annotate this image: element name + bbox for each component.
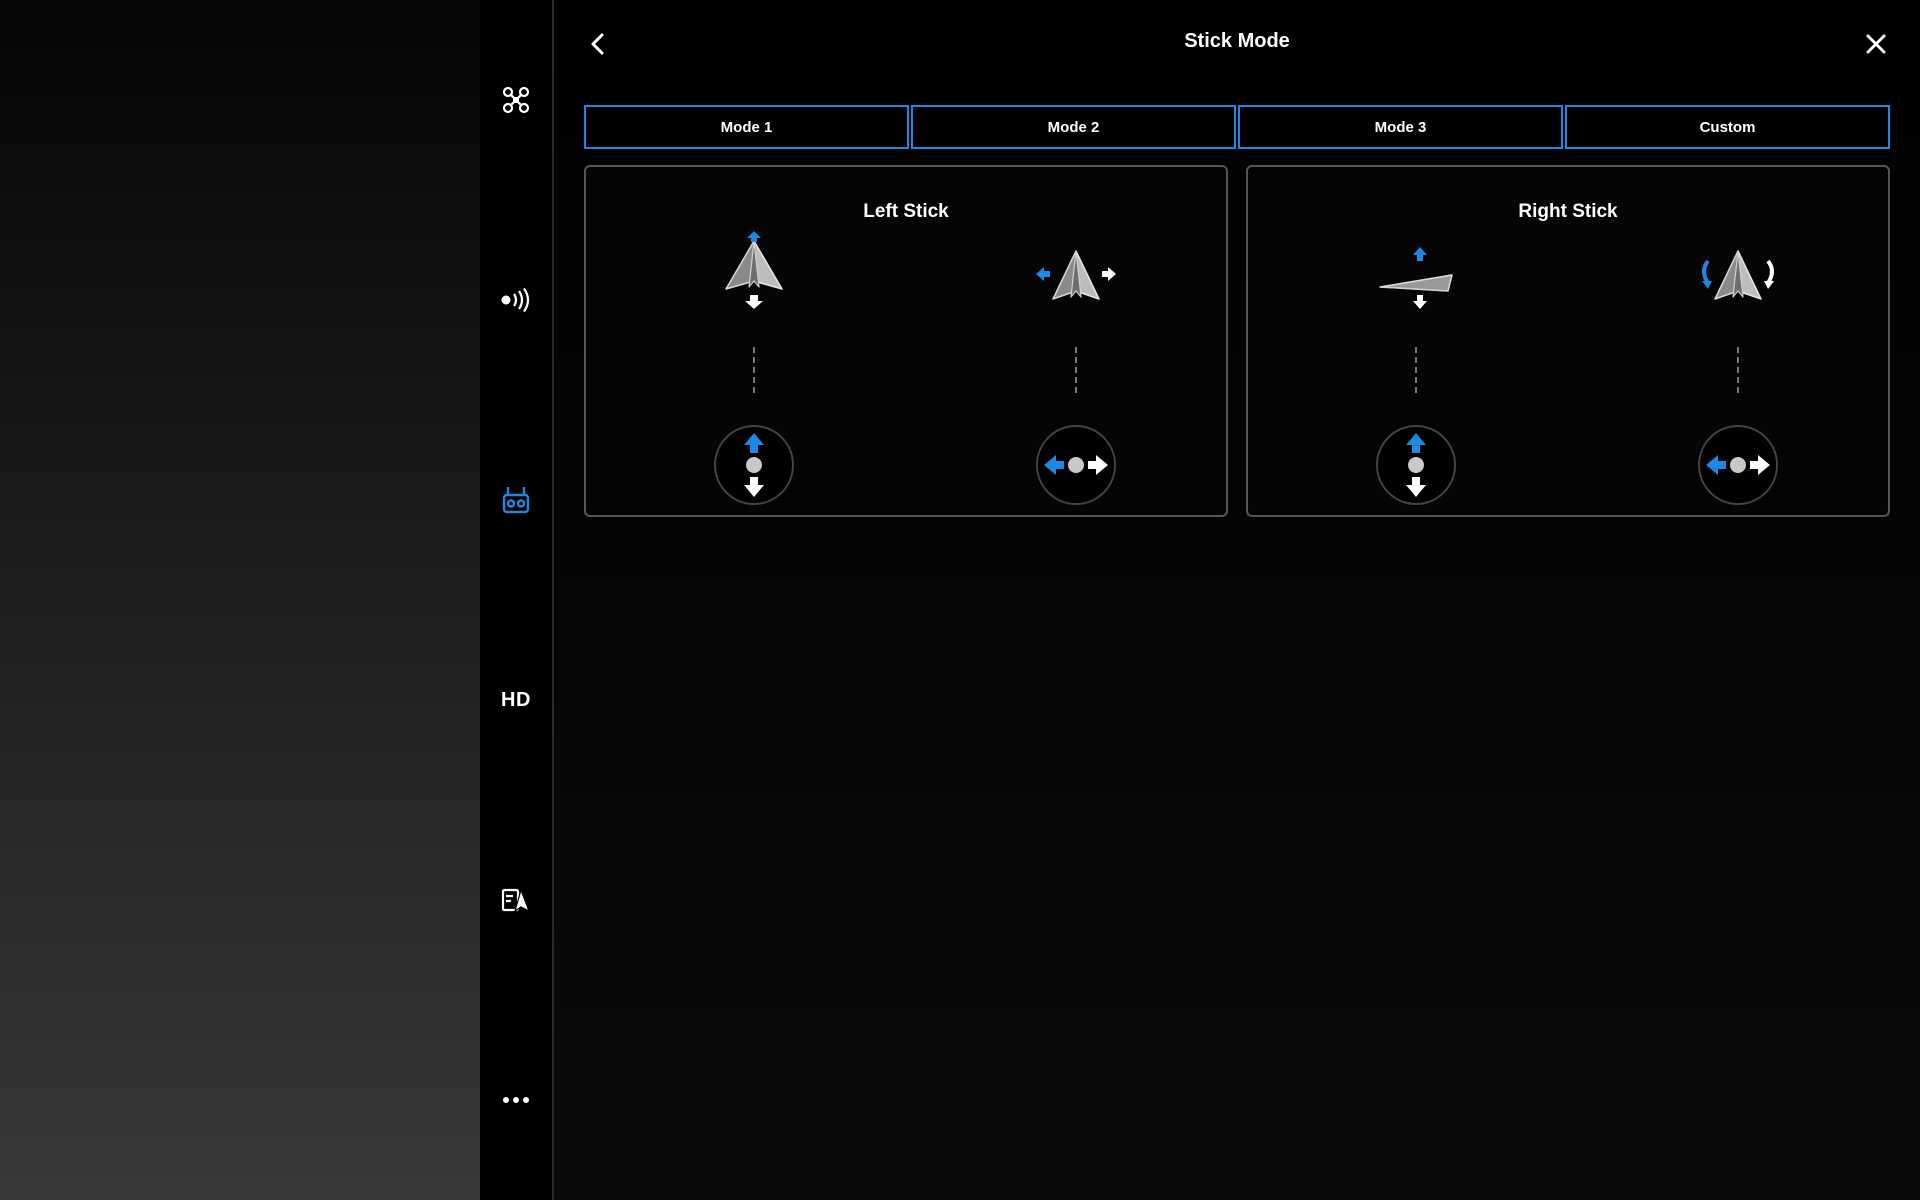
stick-mode-panel: Stick Mode Mode 1 Mode 2 Mode 3 Custom L…	[554, 0, 1920, 1200]
tab-mode-3[interactable]: Mode 3	[1238, 105, 1563, 149]
left-stick-horizontal-column	[996, 167, 1156, 519]
stick-mode-tabs: Mode 1 Mode 2 Mode 3 Custom	[584, 105, 1890, 149]
tab-custom[interactable]: Custom	[1565, 105, 1890, 149]
divider-dashed	[1075, 347, 1077, 393]
yaw-rotate-icon	[1702, 250, 1774, 300]
left-stick-vertical-column	[674, 167, 834, 519]
sidebar-item-hd[interactable]: HD	[480, 670, 552, 730]
settings-sidebar: HD	[480, 0, 554, 1200]
page-title: Stick Mode	[1184, 30, 1290, 52]
pitch-forward-back-icon	[725, 231, 783, 309]
left-stick-card: Left Stick	[584, 165, 1228, 517]
roll-left-right-icon	[1036, 250, 1116, 300]
divider-dashed	[753, 347, 755, 393]
signal-icon	[501, 288, 530, 312]
remote-controller-icon	[502, 487, 530, 514]
background-scene	[0, 0, 480, 1200]
sidebar-item-signal[interactable]	[480, 270, 552, 330]
stick-left-right-icon	[1036, 425, 1116, 505]
sidebar-item-aircraft[interactable]	[480, 70, 552, 130]
close-icon	[1866, 34, 1886, 54]
stick-up-down-icon	[714, 425, 794, 505]
altitude-up-down-icon	[1379, 247, 1453, 309]
tab-mode-2[interactable]: Mode 2	[911, 105, 1236, 149]
right-stick-horizontal-column	[1658, 167, 1818, 519]
sidebar-item-remote-controller[interactable]	[480, 470, 552, 530]
divider-dashed	[1415, 347, 1417, 393]
right-stick-vertical-column	[1336, 167, 1496, 519]
flight-safety-icon	[501, 888, 531, 913]
divider-dashed	[1737, 347, 1739, 393]
right-stick-card: Right Stick	[1246, 165, 1890, 517]
more-icon	[503, 1097, 529, 1103]
sidebar-item-more[interactable]	[480, 1070, 552, 1130]
close-button[interactable]	[1854, 22, 1898, 66]
tab-mode-1[interactable]: Mode 1	[584, 105, 909, 149]
hd-label: HD	[501, 688, 531, 711]
sidebar-item-safety[interactable]	[480, 870, 552, 930]
drone-icon	[502, 86, 530, 114]
stick-up-down-icon	[1376, 425, 1456, 505]
stick-left-right-icon	[1698, 425, 1778, 505]
